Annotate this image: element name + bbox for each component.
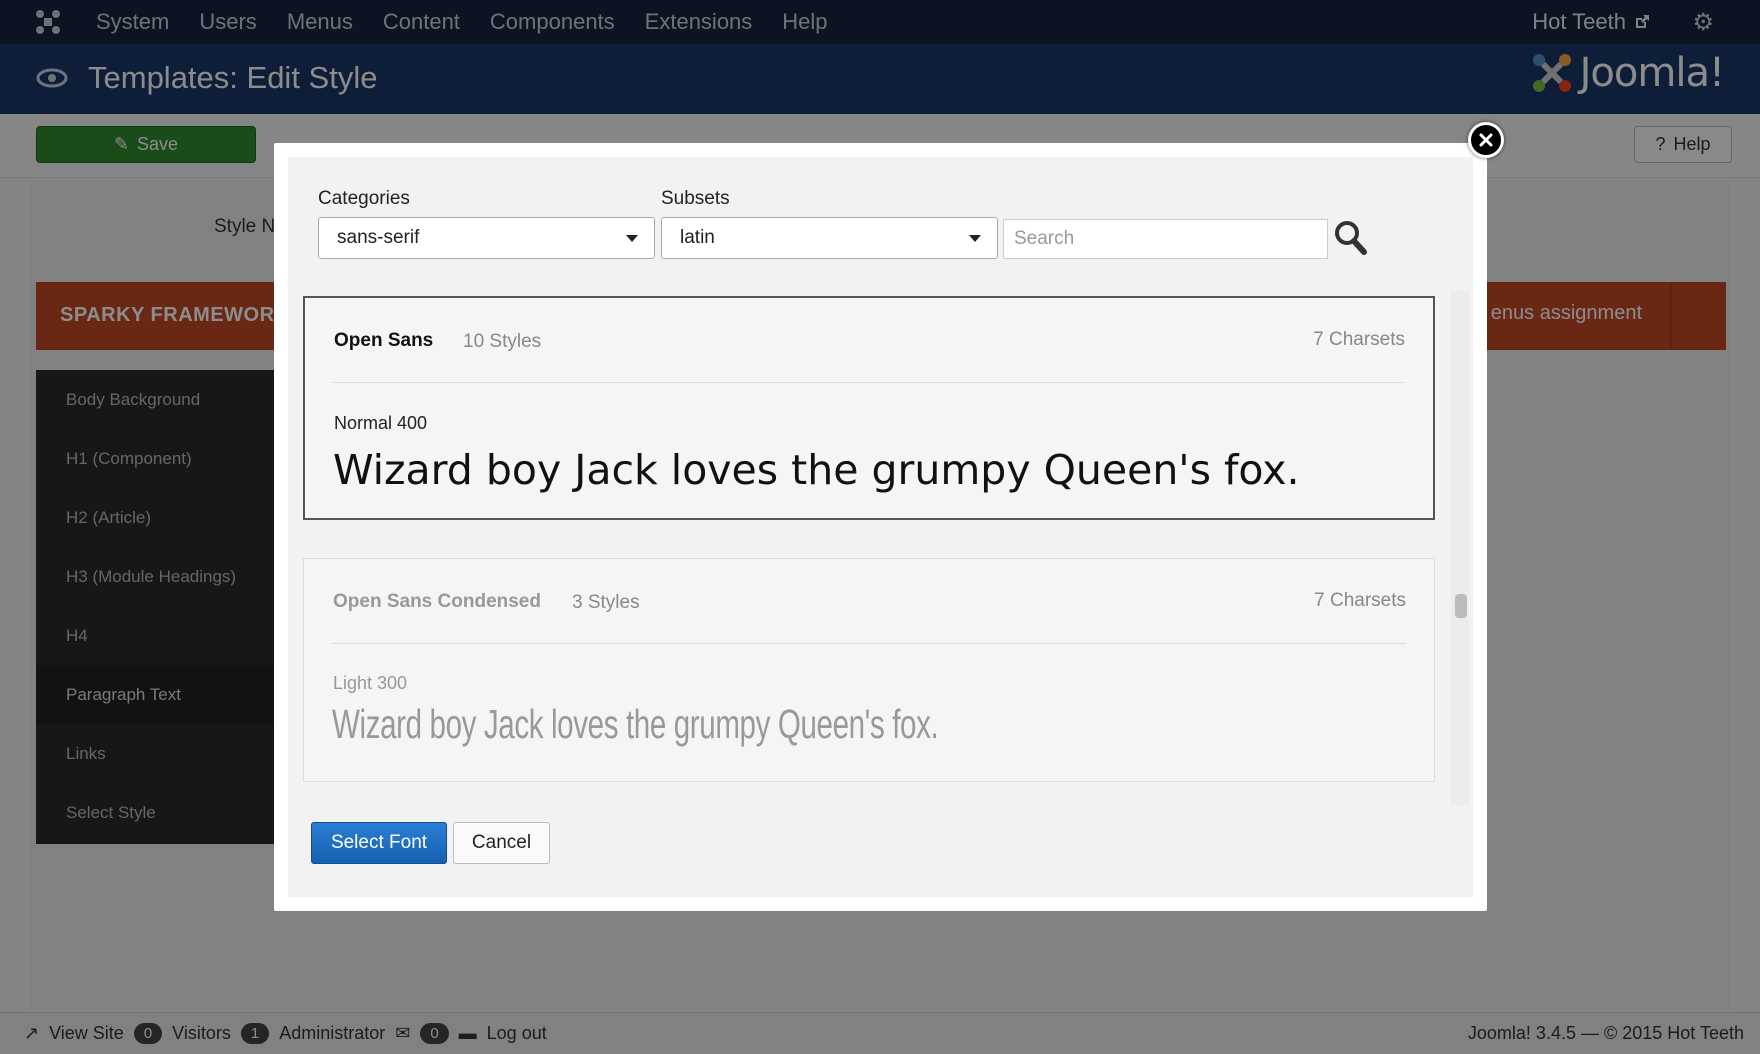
subsets-value: latin <box>680 227 715 248</box>
categories-value: sans-serif <box>337 227 420 248</box>
font-card-open-sans[interactable]: Open Sans 10 Styles 7 Charsets Normal 40… <box>303 296 1435 520</box>
font-list: Open Sans 10 Styles 7 Charsets Normal 40… <box>303 296 1435 806</box>
chevron-down-icon <box>969 235 981 242</box>
font-styles: 10 Styles <box>463 331 542 352</box>
chevron-down-icon <box>626 235 638 242</box>
categories-label: Categories <box>318 188 410 209</box>
scrollbar-thumb[interactable] <box>1455 594 1467 618</box>
subsets-select[interactable]: latin <box>661 217 998 259</box>
select-font-button[interactable]: Select Font <box>311 822 447 864</box>
font-name: Open Sans Condensed <box>333 591 541 612</box>
cancel-button[interactable]: Cancel <box>453 822 550 864</box>
font-sample: Wizard boy Jack loves the grumpy Queen's… <box>333 446 1300 494</box>
font-name: Open Sans <box>334 330 434 351</box>
font-sample: Wizard boy Jack loves the grumpy Queen's… <box>332 701 939 747</box>
font-styles: 3 Styles <box>572 592 640 613</box>
categories-select[interactable]: sans-serif <box>318 217 655 259</box>
subsets-label: Subsets <box>661 188 730 209</box>
search-input[interactable] <box>1003 219 1328 259</box>
font-weight: Normal 400 <box>334 413 428 433</box>
font-charsets: 7 Charsets <box>1314 590 1406 611</box>
font-charsets: 7 Charsets <box>1313 329 1405 350</box>
font-list-scrollbar[interactable] <box>1451 290 1469 806</box>
font-weight: Light 300 <box>333 673 408 693</box>
font-card-open-sans-condensed[interactable]: Open Sans Condensed 3 Styles 7 Charsets … <box>303 558 1435 782</box>
font-card-divider <box>332 643 1406 644</box>
font-card-divider <box>333 382 1405 383</box>
search-icon[interactable] <box>1334 220 1368 256</box>
close-icon[interactable] <box>1468 122 1504 158</box>
